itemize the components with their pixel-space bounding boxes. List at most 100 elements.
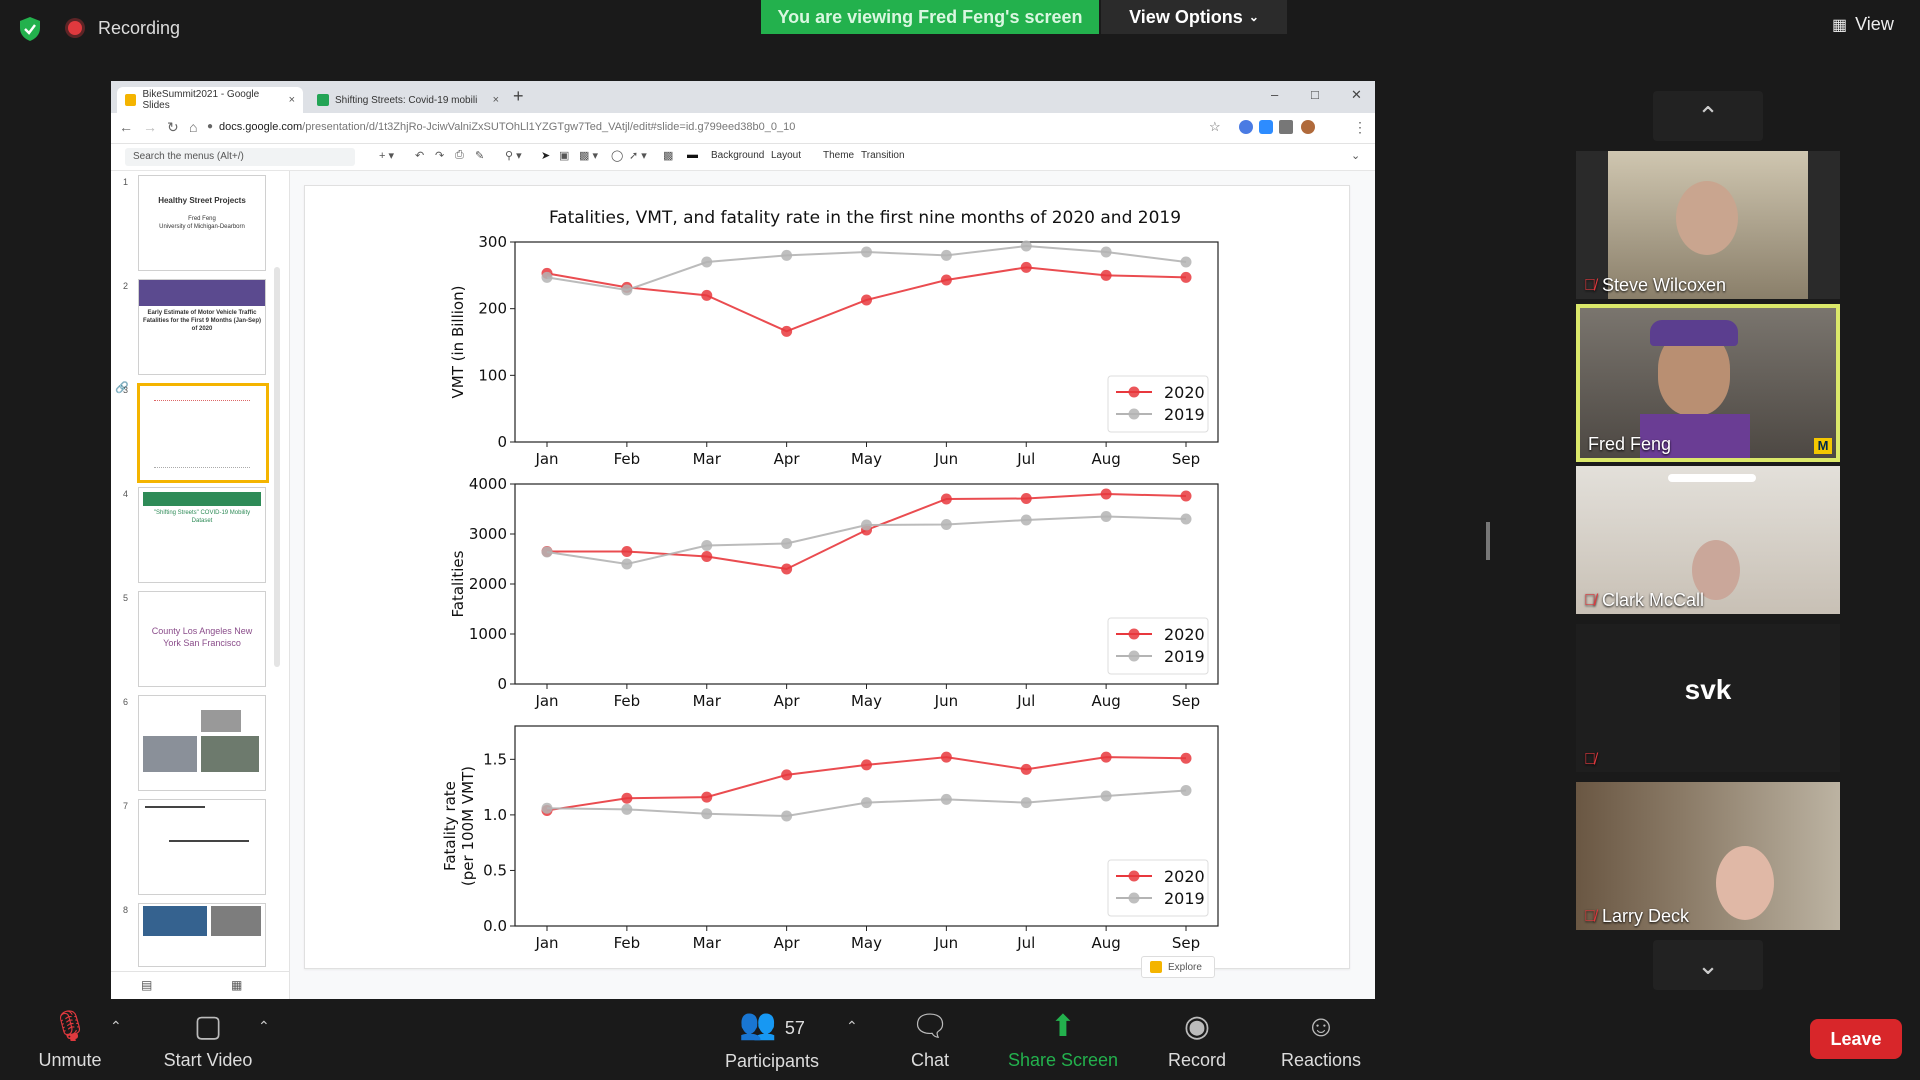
background-button[interactable]: Background — [711, 150, 764, 161]
extension-icon[interactable] — [1239, 120, 1253, 134]
comment-icon[interactable]: ▩ — [663, 149, 673, 162]
close-tab-icon[interactable]: × — [493, 94, 499, 106]
security-shield-icon[interactable] — [18, 16, 42, 42]
thumb-banner — [139, 280, 265, 306]
image-icon[interactable]: ▩ ▾ — [579, 149, 598, 162]
record-button[interactable]: ◉ Record — [1162, 1000, 1232, 1080]
text-box-icon[interactable]: ▣ — [559, 149, 569, 162]
data-point-2020 — [940, 493, 952, 505]
slide-number: 5 — [123, 593, 129, 603]
new-tab-button[interactable]: + — [513, 86, 524, 107]
explore-button[interactable]: Explore — [1141, 956, 1215, 978]
slide-thumbnail-5[interactable]: County Los Angeles New York San Francisc… — [138, 591, 266, 687]
tab-google-slides[interactable]: BikeSummit2021 - Google Slides × — [117, 87, 303, 113]
transition-button[interactable]: Transition — [861, 150, 905, 161]
data-point-2019 — [701, 256, 713, 268]
participant-tile-clark-mccall[interactable]: 🎙̸ Clark McCall — [1576, 466, 1840, 614]
close-tab-icon[interactable]: × — [289, 94, 295, 106]
slide-thumbnail-4[interactable]: "Shifting Streets" COVID-19 Mobility Dat… — [138, 487, 266, 583]
layout-button[interactable]: Layout — [771, 150, 801, 161]
view-label: View — [1855, 14, 1894, 34]
x-tick-label: May — [851, 450, 882, 468]
slide-canvas[interactable]: Fatalities, VMT, and fatality rate in th… — [304, 185, 1350, 969]
slide-thumbnail-3[interactable] — [137, 383, 269, 483]
chat-button[interactable]: 🗨 Chat — [900, 1000, 960, 1080]
reactions-button[interactable]: ☺ Reactions — [1274, 1000, 1368, 1080]
forward-icon[interactable]: → — [143, 119, 157, 135]
back-icon[interactable]: ← — [119, 119, 133, 135]
participants-button[interactable]: 👥 57 Participants — [716, 1000, 828, 1080]
share-screen-button[interactable]: ⬆ Share Screen — [1004, 1000, 1122, 1080]
zoom-extension-icon[interactable] — [1259, 120, 1273, 134]
minimize-icon[interactable]: – — [1271, 87, 1278, 102]
panel-resize-handle[interactable] — [1486, 522, 1490, 560]
x-tick-label: Sep — [1172, 692, 1200, 710]
puzzle-extensions-icon[interactable] — [1279, 120, 1293, 134]
participants-options-caret[interactable]: ⌃ — [846, 1018, 858, 1035]
data-point-2020 — [1020, 261, 1032, 273]
participant-tile-larry-deck[interactable]: 🎙̸ Larry Deck — [1576, 782, 1840, 930]
scroll-up-button[interactable]: ⌃ — [1653, 91, 1763, 141]
participant-name: 🎙̸ Steve Wilcoxen — [1584, 275, 1727, 295]
participant-tile-svk[interactable]: svk 🎙̸ — [1576, 624, 1840, 772]
data-point-2020 — [701, 551, 713, 562]
redo-icon[interactable]: ↷ — [435, 149, 444, 162]
grid-view-icon[interactable]: ▦ — [231, 978, 242, 992]
participant-tile-steve-wilcoxen[interactable]: 🎙̸ Steve Wilcoxen — [1576, 151, 1840, 299]
filmstrip-scrollbar[interactable] — [274, 267, 280, 667]
tab-shifting-streets[interactable]: Shifting Streets: Covid-19 mobili × — [309, 87, 507, 113]
theme-button[interactable]: Theme — [823, 150, 854, 161]
filmstrip-footer: ▤ ▦ — [111, 971, 289, 999]
x-tick-label: Feb — [614, 934, 641, 952]
start-video-label: Start Video — [163, 1049, 253, 1070]
x-tick-label: Apr — [774, 450, 801, 468]
leave-button[interactable]: Leave — [1810, 1019, 1902, 1059]
unmute-button[interactable]: 🎙 Unmute — [30, 1000, 110, 1080]
shape-icon[interactable]: ◯ — [611, 149, 623, 162]
search-menus-input[interactable]: Search the menus (Alt+/) — [125, 148, 355, 166]
bookmark-star-icon[interactable]: ☆ — [1209, 119, 1221, 135]
y-tick-label: 1000 — [469, 625, 507, 643]
url-field[interactable]: docs.google.com/presentation/d/1t3ZhjRo-… — [219, 121, 795, 133]
participant-name: 🎙̸ — [1584, 751, 1596, 769]
thumb-photo — [143, 736, 197, 772]
close-window-icon[interactable]: ✕ — [1351, 87, 1362, 103]
view-button[interactable]: ▦ View — [1832, 14, 1894, 35]
filmstrip-view-icon[interactable]: ▤ — [141, 978, 152, 992]
audio-options-caret[interactable]: ⌃ — [110, 1018, 122, 1035]
share-screen-icon: ⬆ — [1050, 1009, 1076, 1043]
data-point-2020 — [701, 791, 713, 803]
browser-menu-icon[interactable]: ⋮ — [1353, 119, 1367, 136]
thumb-title: "Shifting Streets" COVID-19 Mobility Dat… — [153, 510, 251, 524]
maximize-icon[interactable]: □ — [1311, 87, 1319, 102]
line-icon[interactable]: ➚ ▾ — [629, 149, 647, 162]
undo-icon[interactable]: ↶ — [415, 149, 424, 162]
slide-thumbnail-8[interactable] — [138, 903, 266, 967]
y-tick-label: 200 — [478, 300, 507, 318]
slide-thumbnail-6[interactable] — [138, 695, 266, 791]
participant-tile-fred-feng[interactable]: M Fred Feng — [1576, 304, 1840, 462]
select-cursor-icon[interactable]: ➤ — [541, 149, 550, 162]
video-options-caret[interactable]: ⌃ — [258, 1018, 270, 1035]
profile-avatar-icon[interactable] — [1301, 120, 1315, 134]
zoom-icon[interactable]: ⚲ ▾ — [505, 149, 522, 162]
slide-thumbnail-1[interactable]: Healthy Street Projects Fred Feng Univer… — [138, 175, 266, 271]
start-video-button[interactable]: ▢ Start Video — [156, 1000, 260, 1080]
view-options-button[interactable]: View Options ⌄ — [1101, 0, 1287, 34]
data-point-2020 — [1100, 269, 1112, 281]
scroll-down-button[interactable]: ⌄ — [1653, 940, 1763, 990]
print-icon[interactable]: ⎙ — [455, 149, 464, 162]
viewing-screen-banner: You are viewing Fred Feng's screen — [761, 0, 1099, 34]
slide-thumbnail-2[interactable]: Early Estimate of Motor Vehicle Traffic … — [138, 279, 266, 375]
data-point-2019 — [1180, 513, 1192, 525]
chat-icon: 🗨 — [910, 1009, 950, 1043]
new-slide-icon[interactable]: + ▾ — [379, 149, 394, 162]
collapse-toolbar-icon[interactable]: ⌄ — [1351, 149, 1360, 162]
background-swatch-icon[interactable]: ▬ — [687, 149, 698, 161]
reload-icon[interactable]: ↻ — [167, 119, 179, 136]
slide-thumbnail-7[interactable] — [138, 799, 266, 895]
paint-format-icon[interactable]: ✎ — [475, 149, 484, 162]
thumb-title: Early Estimate of Motor Vehicle Traffic … — [143, 310, 262, 332]
home-icon[interactable]: ⌂ — [189, 119, 197, 135]
data-point-2020 — [701, 289, 713, 301]
